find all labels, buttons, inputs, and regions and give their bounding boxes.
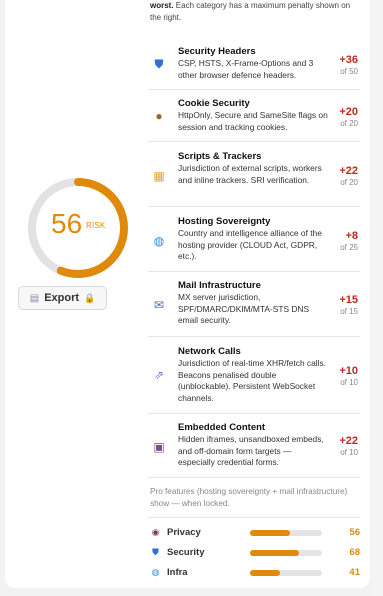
document-icon: ▤	[29, 292, 40, 304]
category-max: of 15	[340, 307, 358, 316]
category-max: of 10	[340, 448, 358, 457]
category-max: of 25	[340, 243, 358, 252]
category-desc: MX server jurisdiction, SPF/DMARC/DKIM/M…	[178, 292, 310, 325]
category-embedded-content[interactable]: ▣ Embedded Content Hidden iframes, unsan…	[148, 414, 360, 478]
category-scripts-trackers[interactable]: ▦ Scripts & Trackers Jurisdiction of ext…	[148, 142, 360, 207]
intro-bold: worst.	[150, 1, 174, 10]
summary-track	[250, 570, 322, 576]
category-points: +8	[345, 230, 358, 242]
category-points: +36	[339, 54, 358, 66]
category-name: Scripts & Trackers	[178, 151, 262, 162]
category-name: Hosting Sovereignty	[178, 216, 271, 227]
category-max: of 10	[340, 378, 358, 387]
category-desc: HttpOnly, Secure and SameSite flags on s…	[178, 110, 328, 132]
risk-gauge: 56 RISK	[18, 168, 138, 288]
summary-fill	[250, 550, 299, 556]
category-points: +22	[339, 435, 358, 447]
network-icon: ⇗	[153, 368, 165, 382]
category-desc: Hidden iframes, unsandboxed embeds, and …	[178, 434, 324, 467]
category-name: Cookie Security	[178, 98, 250, 109]
category-cookie-security[interactable]: ● Cookie Security HttpOnly, Secure and S…	[148, 90, 360, 142]
category-name: Security Headers	[178, 46, 256, 57]
intro-text: worst. Each category has a maximum penal…	[150, 0, 360, 24]
risk-score: 56	[51, 208, 83, 239]
summary-label: Privacy	[167, 527, 201, 538]
shield-icon: ⛊	[152, 547, 159, 557]
category-points: +10	[339, 365, 358, 377]
category-name: Network Calls	[178, 346, 241, 357]
category-desc: Country and intelligence alliance of the…	[178, 228, 322, 261]
category-max: of 20	[340, 119, 358, 128]
scroll-icon: ▦	[153, 169, 165, 183]
category-max: of 50	[340, 67, 358, 76]
category-points: +22	[339, 165, 358, 177]
category-points: +15	[339, 294, 358, 306]
risk-label: RISK	[86, 221, 106, 230]
category-points: +20	[339, 106, 358, 118]
mail-icon: ✉	[153, 298, 165, 312]
category-desc: Jurisdiction of real-time XHR/fetch call…	[178, 358, 327, 403]
export-button[interactable]: ▤ Export 🔒	[18, 286, 107, 310]
summary-track	[250, 530, 322, 536]
category-mail-infrastructure[interactable]: ✉ Mail Infrastructure MX server jurisdic…	[148, 272, 360, 337]
category-name: Embedded Content	[178, 422, 266, 433]
summary-label: Infra	[167, 567, 188, 578]
category-hosting-sovereignty[interactable]: ◍ Hosting Sovereignty Country and intell…	[148, 207, 360, 272]
summary-value: 41	[349, 567, 360, 578]
summary-track	[250, 550, 322, 556]
summary-row-infra: ◍ Infra 41	[150, 566, 362, 580]
category-desc: Jurisdiction of external scripts, worker…	[178, 163, 322, 185]
summary-fill	[250, 570, 280, 576]
divider	[148, 517, 360, 518]
intro-rest: Each category has a maximum penalty show…	[150, 1, 351, 22]
export-label: Export	[44, 292, 80, 304]
lock-icon: 🔒	[84, 292, 96, 303]
category-network-calls[interactable]: ⇗ Network Calls Jurisdiction of real-tim…	[148, 337, 360, 414]
globe-icon: ◍	[153, 234, 165, 248]
summary-label: Security	[167, 547, 205, 558]
category-max: of 20	[340, 178, 358, 187]
pro-features-note: Pro features (hosting sovereignty + mail…	[150, 487, 348, 508]
eye-icon: ◉	[151, 527, 160, 537]
shield-icon: ⛊	[154, 57, 164, 71]
category-name: Mail Infrastructure	[178, 280, 261, 291]
summary-row-privacy: ◉ Privacy 56	[150, 526, 362, 540]
summary-value: 68	[349, 547, 360, 558]
scrollbar[interactable]	[371, 0, 383, 596]
category-desc: CSP, HSTS, X-Frame-Options and 3 other b…	[178, 58, 314, 80]
summary-fill	[250, 530, 291, 536]
summary-value: 56	[349, 527, 360, 538]
summary-row-security: ⛊ Security 68	[150, 546, 362, 560]
cookie-icon: ●	[155, 109, 163, 123]
globe-icon: ◍	[151, 567, 160, 577]
category-security-headers[interactable]: ⛊ Security Headers CSP, HSTS, X-Frame-Op…	[148, 40, 360, 90]
frame-icon: ▣	[153, 440, 165, 454]
